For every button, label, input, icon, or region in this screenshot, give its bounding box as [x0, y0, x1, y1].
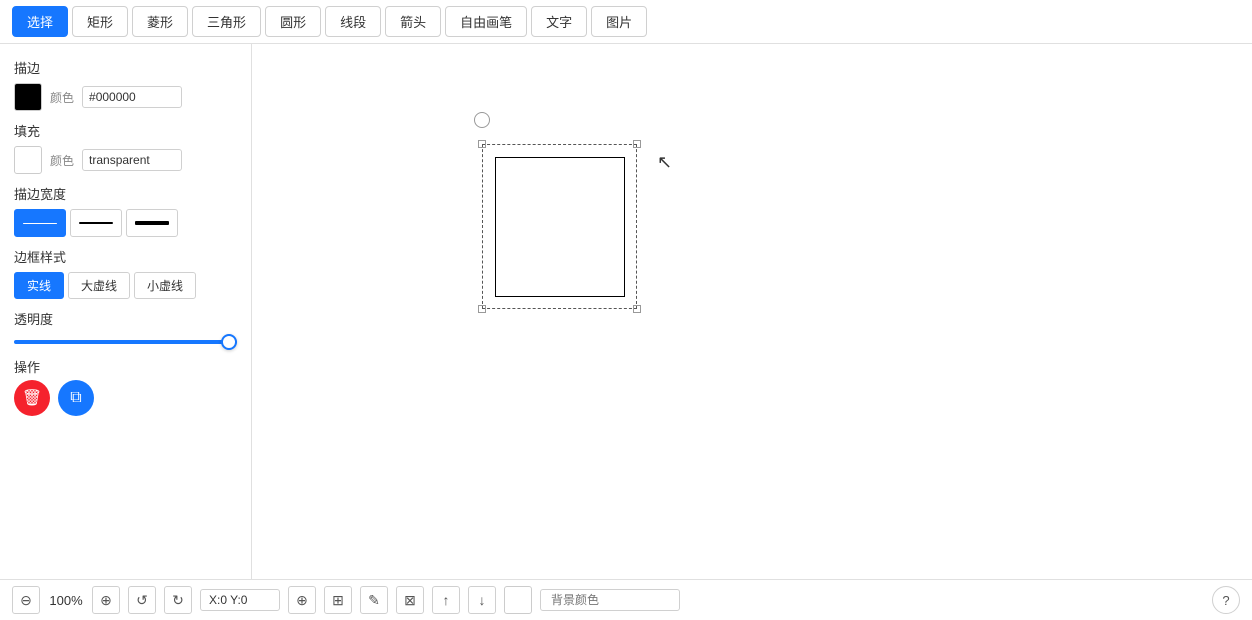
- stroke-color-label: 颜色: [50, 89, 74, 106]
- stroke-width-label: 描边宽度: [14, 184, 237, 203]
- border-style-group: 实线大虚线小虚线: [14, 272, 237, 299]
- stroke-width-section: 描边宽度: [14, 184, 237, 237]
- opacity-section: 透明度: [14, 309, 237, 347]
- zoom-value: 100%: [48, 593, 84, 608]
- undo-icon: ↺: [136, 592, 148, 609]
- operations-section: 操作 🗑 ⧉: [14, 357, 237, 416]
- align-button[interactable]: ⊕: [288, 586, 316, 614]
- opacity-slider[interactable]: [14, 340, 237, 344]
- undo-button[interactable]: ↺: [128, 586, 156, 614]
- cursor-indicator: ↖: [657, 152, 672, 173]
- tool-btn-line[interactable]: 线段: [325, 6, 381, 37]
- top-toolbar: 选择矩形菱形三角形圆形线段箭头自由画笔文字图片: [0, 0, 1252, 44]
- rotate-handle[interactable]: [474, 112, 490, 128]
- grid-button[interactable]: ⊞: [324, 586, 352, 614]
- fill-section: 填充 颜色: [14, 121, 237, 174]
- stroke-color-swatch[interactable]: [14, 83, 42, 111]
- tool-btn-arrow[interactable]: 箭头: [385, 6, 441, 37]
- border-style-label: 边框样式: [14, 247, 237, 266]
- tool-btn-diamond[interactable]: 菱形: [132, 6, 188, 37]
- tool-btn-text[interactable]: 文字: [531, 6, 587, 37]
- fill-color-input[interactable]: [82, 149, 182, 171]
- stroke-label: 描边: [14, 58, 237, 77]
- delete-icon: ⊠: [404, 592, 416, 609]
- tool-btn-select[interactable]: 选择: [12, 6, 68, 37]
- grid-icon: ⊞: [332, 592, 344, 609]
- border-style-solid-btn[interactable]: 实线: [14, 272, 64, 299]
- bottom-color-swatch[interactable]: [504, 586, 532, 614]
- delete-button[interactable]: 🗑: [14, 380, 50, 416]
- copy-icon: ⧉: [70, 389, 81, 407]
- action-group: 🗑 ⧉: [14, 380, 237, 416]
- opacity-label: 透明度: [14, 309, 237, 328]
- stroke-width-group: [14, 209, 237, 237]
- border-style-section: 边框样式 实线大虚线小虚线: [14, 247, 237, 299]
- edit-icon: ✎: [368, 592, 380, 609]
- align-icon: ⊕: [296, 592, 308, 609]
- fill-label: 填充: [14, 121, 237, 140]
- medium-line-icon: [79, 222, 113, 224]
- stroke-width-thick-btn[interactable]: [126, 209, 178, 237]
- coord-display: X:0 Y:0: [200, 589, 280, 611]
- zoom-out-button[interactable]: ⊖: [12, 586, 40, 614]
- tool-btn-image[interactable]: 图片: [591, 6, 647, 37]
- bg-color-input[interactable]: [540, 589, 680, 611]
- border-style-large-dash-btn[interactable]: 大虚线: [68, 272, 130, 299]
- canvas-area[interactable]: ↖: [252, 44, 1252, 579]
- opacity-slider-wrapper: [14, 332, 237, 347]
- trash-icon: 🗑: [22, 388, 42, 408]
- upload-icon: ↑: [443, 592, 450, 608]
- redo-button[interactable]: ↻: [164, 586, 192, 614]
- bottom-delete-button[interactable]: ⊠: [396, 586, 424, 614]
- left-panel: 描边 颜色 填充 颜色 描边宽度: [0, 44, 252, 579]
- border-style-small-dash-btn[interactable]: 小虚线: [134, 272, 196, 299]
- download-icon: ↓: [479, 592, 486, 608]
- operation-label: 操作: [14, 357, 237, 376]
- copy-button[interactable]: ⧉: [58, 380, 94, 416]
- tool-btn-circle[interactable]: 圆形: [265, 6, 321, 37]
- help-icon: ?: [1222, 593, 1229, 608]
- redo-icon: ↻: [172, 592, 184, 609]
- edit-button[interactable]: ✎: [360, 586, 388, 614]
- main-area: 描边 颜色 填充 颜色 描边宽度: [0, 44, 1252, 579]
- selection-handles: [482, 144, 637, 309]
- fill-color-label: 颜色: [50, 152, 74, 169]
- zoom-out-icon: ⊖: [20, 592, 32, 609]
- bottom-toolbar: ⊖ 100% ⊕ ↺ ↻ X:0 Y:0 ⊕ ⊞ ✎ ⊠ ↑ ↓ ?: [0, 579, 1252, 620]
- inner-rectangle: [495, 157, 625, 297]
- stroke-section: 描边 颜色: [14, 58, 237, 111]
- help-button[interactable]: ?: [1212, 586, 1240, 614]
- stroke-color-input[interactable]: [82, 86, 182, 108]
- stroke-width-thin-btn[interactable]: [14, 209, 66, 237]
- zoom-in-icon: ⊕: [100, 592, 112, 609]
- thick-line-icon: [135, 221, 169, 225]
- thin-line-icon: [23, 223, 57, 224]
- download-button[interactable]: ↓: [468, 586, 496, 614]
- upload-button[interactable]: ↑: [432, 586, 460, 614]
- zoom-in-button[interactable]: ⊕: [92, 586, 120, 614]
- tool-btn-triangle[interactable]: 三角形: [192, 6, 261, 37]
- tool-btn-freehand[interactable]: 自由画笔: [445, 6, 527, 37]
- fill-color-swatch[interactable]: [14, 146, 42, 174]
- stroke-width-medium-btn[interactable]: [70, 209, 122, 237]
- tool-btn-rect[interactable]: 矩形: [72, 6, 128, 37]
